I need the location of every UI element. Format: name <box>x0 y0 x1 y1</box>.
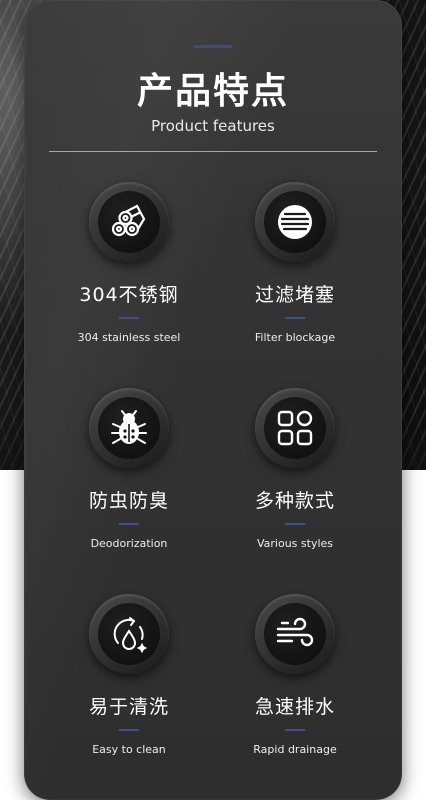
feature-accent-line <box>285 729 305 731</box>
grid-styles-icon <box>277 410 313 446</box>
feature-caption: Various styles <box>256 537 334 550</box>
header-divider <box>49 151 377 152</box>
icon-badge <box>89 594 169 674</box>
feature-item-easy-clean: 易于清洗 Easy to clean <box>44 594 214 756</box>
features-card: 产品特点 Product features 304不锈钢 304 stainle… <box>24 0 402 800</box>
feature-accent-line <box>285 317 305 319</box>
feature-title: 304不锈钢 <box>79 284 179 306</box>
feature-item-stainless-steel: 304不锈钢 304 stainless steel <box>44 182 214 344</box>
feature-item-filter: 过滤堵塞 Filter blockage <box>210 182 380 344</box>
feature-item-rapid-drainage: 急速排水 Rapid drainage <box>210 594 380 756</box>
feature-title: 多种款式 <box>254 490 335 512</box>
page-title: 产品特点 <box>136 71 289 112</box>
feature-accent-line <box>119 729 139 731</box>
feature-title: 急速排水 <box>254 696 335 718</box>
feature-title: 易于清洗 <box>88 696 169 718</box>
icon-badge <box>255 594 335 674</box>
icon-badge <box>255 388 335 468</box>
feature-caption: Rapid drainage <box>253 743 337 756</box>
wind-flow-icon <box>276 617 314 647</box>
filter-grate-icon <box>278 205 312 239</box>
feature-caption: Filter blockage <box>254 331 336 344</box>
bug-icon <box>111 410 147 444</box>
feature-accent-line <box>119 523 139 525</box>
feature-accent-line <box>119 317 139 319</box>
icon-badge <box>255 182 335 262</box>
feature-caption: Deodorization <box>90 537 168 550</box>
feature-title: 过滤堵塞 <box>254 284 335 306</box>
page-subtitle: Product features <box>151 117 275 135</box>
steel-pipes-icon <box>111 204 146 237</box>
top-accent-line <box>194 45 232 48</box>
feature-caption: Easy to clean <box>92 743 166 756</box>
feature-caption: 304 stainless steel <box>77 331 181 344</box>
feature-item-various-styles: 多种款式 Various styles <box>210 388 380 550</box>
feature-title: 防虫防臭 <box>88 490 169 512</box>
icon-badge <box>89 388 169 468</box>
icon-badge <box>89 182 169 262</box>
water-drop-icon <box>113 617 148 654</box>
feature-item-deodorization: 防虫防臭 Deodorization <box>44 388 214 550</box>
feature-accent-line <box>285 523 305 525</box>
